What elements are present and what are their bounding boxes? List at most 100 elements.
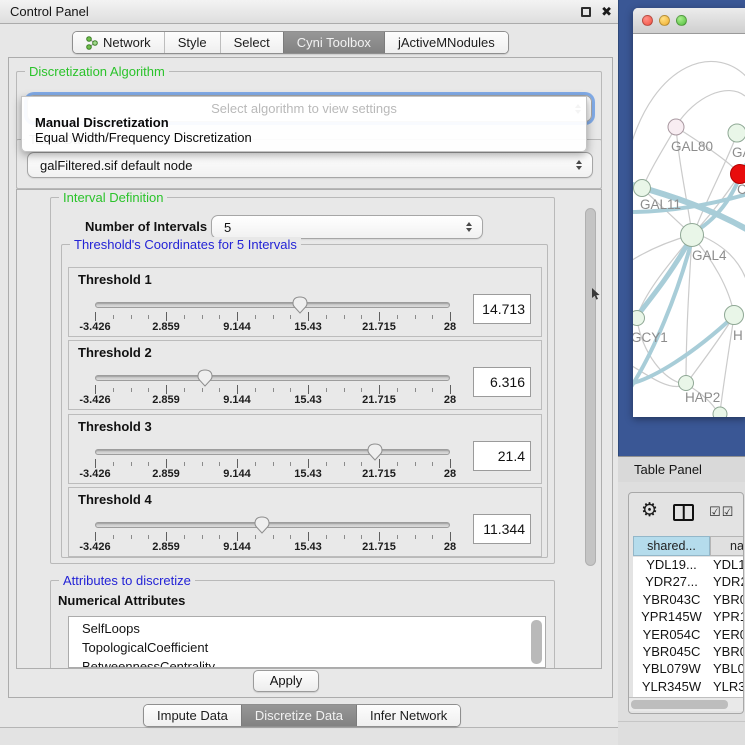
slider-track[interactable] bbox=[95, 302, 450, 308]
tick-mark bbox=[415, 535, 416, 539]
column-layout-icon[interactable] bbox=[673, 504, 694, 521]
table-row[interactable]: YLR345WYLR3 bbox=[633, 679, 743, 696]
tab-select[interactable]: Select bbox=[220, 32, 283, 53]
table-row[interactable]: YER054CYER0 bbox=[633, 627, 743, 644]
close-icon[interactable]: ✖ bbox=[601, 4, 612, 20]
node-label-gal4: GAL4 bbox=[692, 248, 727, 263]
attribute-item-betweennesscentrality[interactable]: BetweennessCentrality bbox=[69, 657, 545, 668]
threshold-value-field[interactable]: 21.4 bbox=[473, 441, 531, 471]
tab-infer-network[interactable]: Infer Network bbox=[356, 705, 460, 726]
slider-track[interactable] bbox=[95, 375, 450, 381]
table-header-row: shared...na bbox=[629, 536, 744, 556]
tick-mark bbox=[113, 462, 114, 466]
tick-mark bbox=[131, 535, 132, 539]
cell-shared-name[interactable]: YLR345W bbox=[633, 679, 710, 694]
attributes-group-label: Attributes to discretize bbox=[59, 573, 195, 588]
close-traffic-light-icon[interactable] bbox=[642, 15, 653, 26]
panel-scrollbar-thumb[interactable] bbox=[585, 208, 596, 566]
interval-group-label: Interval Definition bbox=[59, 190, 167, 205]
attribute-item-topologicalcoefficient[interactable]: TopologicalCoefficient bbox=[69, 638, 545, 657]
slider-track[interactable] bbox=[95, 449, 450, 455]
network-node[interactable] bbox=[668, 119, 684, 135]
threshold-slider[interactable]: -3.4262.8599.14415.4321.71528 bbox=[95, 488, 450, 558]
threshold-value-field[interactable]: 6.316 bbox=[473, 367, 531, 397]
cyni-mode-tabs: Impute DataDiscretize DataInfer Network bbox=[143, 704, 461, 727]
zoom-traffic-light-icon[interactable] bbox=[676, 15, 687, 26]
network-node[interactable] bbox=[634, 180, 651, 197]
cell-name[interactable]: YBL0 bbox=[713, 661, 744, 676]
tick-mark bbox=[326, 535, 327, 539]
num-intervals-select[interactable]: 5 bbox=[211, 215, 483, 239]
tab-style[interactable]: Style bbox=[164, 32, 220, 53]
tick-mark bbox=[255, 462, 256, 466]
tab-network[interactable]: Network bbox=[73, 32, 164, 53]
node-label-ga: GA bbox=[732, 145, 745, 160]
table-row[interactable]: YBL079WYBL0 bbox=[633, 661, 743, 678]
column-header-na[interactable]: na bbox=[710, 536, 744, 556]
tick-label: 9.144 bbox=[223, 394, 251, 406]
attributes-list[interactable]: SelfLoopsTopologicalCoefficientBetweenne… bbox=[68, 616, 546, 668]
table-row[interactable]: YBR043CYBR0 bbox=[633, 592, 743, 609]
threshold-slider[interactable]: -3.4262.8599.14415.4321.71528 bbox=[95, 415, 450, 485]
threshold-value-field[interactable]: 14.713 bbox=[473, 294, 531, 324]
table-row[interactable]: YBR045CYBR0 bbox=[633, 644, 743, 661]
algorithm-option-equal-width-frequency-discretization[interactable]: Equal Width/Frequency Discretization bbox=[22, 130, 586, 145]
tick-label: 28 bbox=[444, 468, 456, 480]
cell-name[interactable]: YDL1 bbox=[713, 557, 744, 572]
select-columns-icon[interactable]: ☑☑ bbox=[709, 504, 734, 520]
column-header-shared-[interactable]: shared... bbox=[633, 536, 710, 556]
tick-mark bbox=[397, 535, 398, 539]
tab-impute-data[interactable]: Impute Data bbox=[144, 705, 241, 726]
cell-shared-name[interactable]: YDL19... bbox=[633, 557, 710, 572]
tick-mark bbox=[273, 462, 274, 466]
cell-shared-name[interactable]: YER054C bbox=[633, 627, 710, 642]
tick-mark bbox=[255, 315, 256, 319]
list-scrollbar-thumb[interactable] bbox=[531, 620, 542, 664]
cell-shared-name[interactable]: YBR043C bbox=[633, 592, 710, 607]
tick-mark bbox=[113, 535, 114, 539]
gear-icon[interactable]: ⚙ bbox=[641, 499, 658, 522]
network-node[interactable] bbox=[713, 407, 727, 417]
threshold-value-field[interactable]: 11.344 bbox=[473, 514, 531, 544]
network-canvas[interactable]: GAL80GACGAL11GAL4GCY1HHAP2 bbox=[633, 34, 745, 417]
threshold-slider[interactable]: -3.4262.8599.14415.4321.71528 bbox=[95, 268, 450, 338]
tab-discretize-data[interactable]: Discretize Data bbox=[241, 705, 356, 726]
slider-track[interactable] bbox=[95, 522, 450, 528]
cell-name[interactable]: YDR2 bbox=[713, 574, 744, 589]
application-root: Control Panel ✖ NetworkStyleSelectCyni T… bbox=[0, 0, 745, 745]
threshold-slider[interactable]: -3.4262.8599.14415.4321.71528 bbox=[95, 341, 450, 411]
network-node[interactable] bbox=[725, 306, 744, 325]
network-node[interactable] bbox=[633, 311, 645, 326]
minimize-traffic-light-icon[interactable] bbox=[659, 15, 670, 26]
float-window-icon[interactable] bbox=[581, 7, 591, 17]
table-data-select[interactable]: galFiltered.sif default node bbox=[27, 152, 593, 178]
tick-mark bbox=[432, 462, 433, 466]
table-row[interactable]: YDR27...YDR2 bbox=[633, 574, 743, 591]
apply-button[interactable]: Apply bbox=[253, 670, 319, 692]
cell-name[interactable]: YLR3 bbox=[713, 679, 744, 694]
tick-mark bbox=[95, 532, 96, 541]
cell-shared-name[interactable]: YDR27... bbox=[633, 574, 710, 589]
cell-shared-name[interactable]: YBL079W bbox=[633, 661, 710, 676]
table-row[interactable]: YDL19...YDL1 bbox=[633, 557, 743, 574]
cell-name[interactable]: YER0 bbox=[713, 627, 744, 642]
network-node[interactable] bbox=[679, 376, 694, 391]
tab-jactivemnodules[interactable]: jActiveMNodules bbox=[384, 32, 508, 53]
cell-name[interactable]: YPR1 bbox=[713, 609, 744, 624]
cell-name[interactable]: YBR0 bbox=[713, 644, 744, 659]
tab-cyni-toolbox[interactable]: Cyni Toolbox bbox=[283, 32, 384, 53]
horizontal-scrollbar-thumb[interactable] bbox=[631, 700, 728, 709]
network-node[interactable] bbox=[728, 124, 745, 142]
cell-name[interactable]: YBR0 bbox=[713, 592, 744, 607]
network-graph: GAL80GACGAL11GAL4GCY1HHAP2 bbox=[633, 34, 745, 417]
tick-label: 28 bbox=[444, 394, 456, 406]
attribute-item-selfloops[interactable]: SelfLoops bbox=[69, 619, 545, 638]
table-row[interactable]: YPR145WYPR1 bbox=[633, 609, 743, 626]
tick-mark bbox=[184, 315, 185, 319]
network-node[interactable] bbox=[731, 165, 745, 184]
algorithm-option-manual-discretization[interactable]: Manual Discretization bbox=[22, 115, 586, 130]
cell-shared-name[interactable]: YBR045C bbox=[633, 644, 710, 659]
network-node-labels: GAL80GACGAL11GAL4GCY1HHAP2 bbox=[633, 139, 745, 405]
network-node[interactable] bbox=[681, 224, 704, 247]
cell-shared-name[interactable]: YPR145W bbox=[633, 609, 710, 624]
